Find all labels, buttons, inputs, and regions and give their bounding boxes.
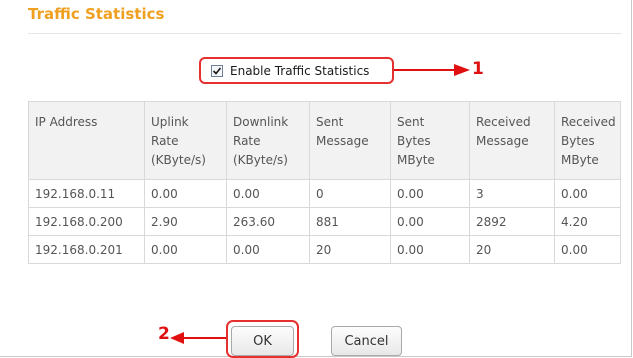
enable-traffic-statistics-checkbox[interactable] [211,64,223,77]
header-line: MByte [397,153,435,167]
cell-received-message: 3 [469,179,555,208]
header-ip-address: IP Address [28,101,145,180]
cell-received-bytes: 4.20 [554,207,621,236]
header-line: IP Address [35,115,98,129]
cell-received-bytes: 0.00 [554,179,621,208]
header-sent-message: Sent Message [309,101,391,180]
header-line: Bytes [397,134,431,148]
header-line: Bytes [561,134,595,148]
cell-uplink-rate: 0.00 [144,235,227,264]
header-line: Downlink [233,115,289,129]
header-line: Rate [151,134,179,148]
table-row: 192.168.0.200 2.90 263.60 881 0.00 2892 … [28,207,621,236]
cell-received-message: 20 [469,235,555,264]
callout-arrow-1 [394,64,470,76]
checkmark-icon [212,66,222,75]
header-line: Rate [233,134,261,148]
header-line: Message [476,134,529,148]
cell-sent-message: 20 [309,235,391,264]
traffic-statistics-table: IP Address Uplink Rate (KByte/s) Downlin… [28,101,621,264]
header-downlink-rate: Downlink Rate (KByte/s) [226,101,310,180]
cell-sent-bytes: 0.00 [390,207,470,236]
enable-traffic-statistics-highlight: Enable Traffic Statistics [199,57,394,84]
table-header-row: IP Address Uplink Rate (KByte/s) Downlin… [28,101,621,180]
header-line: Uplink [151,115,189,129]
header-sent-bytes: Sent Bytes MByte [390,101,470,180]
header-line: MByte [561,153,599,167]
cell-downlink-rate: 0.00 [226,179,310,208]
header-line: Sent [397,115,425,129]
cell-downlink-rate: 263.60 [226,207,310,236]
callout-number-2: 2 [158,324,170,344]
cell-ip-address: 192.168.0.201 [28,235,145,264]
header-line: Sent [316,115,344,129]
cell-sent-bytes: 0.00 [390,235,470,264]
header-line: (KByte/s) [151,153,206,167]
table-row: 192.168.0.11 0.00 0.00 0 0.00 3 0.00 [28,179,621,208]
cell-sent-message: 0 [309,179,391,208]
title-divider [28,33,622,34]
cell-ip-address: 192.168.0.200 [28,207,145,236]
ok-button[interactable]: OK [231,326,294,356]
cell-ip-address: 192.168.0.11 [28,179,145,208]
cell-received-message: 2892 [469,207,555,236]
header-received-message: Received Message [469,101,555,180]
callout-number-1: 1 [472,59,484,79]
header-uplink-rate: Uplink Rate (KByte/s) [144,101,227,180]
cell-uplink-rate: 2.90 [144,207,227,236]
header-line: Message [316,134,369,148]
cell-uplink-rate: 0.00 [144,179,227,208]
header-line: Received [476,115,531,129]
cell-received-bytes: 0.00 [554,235,621,264]
table-row: 192.168.0.201 0.00 0.00 20 0.00 20 0.00 [28,235,621,264]
cancel-button[interactable]: Cancel [331,326,402,356]
header-received-bytes: Received Bytes MByte [554,101,621,180]
cell-sent-message: 881 [309,207,391,236]
header-line: Received [561,115,616,129]
dialog-title: Traffic Statistics [28,5,165,23]
enable-traffic-statistics-label[interactable]: Enable Traffic Statistics [230,64,369,78]
cell-downlink-rate: 0.00 [226,235,310,264]
cell-sent-bytes: 0.00 [390,179,470,208]
callout-arrow-2 [170,332,227,344]
header-line: (KByte/s) [233,153,288,167]
